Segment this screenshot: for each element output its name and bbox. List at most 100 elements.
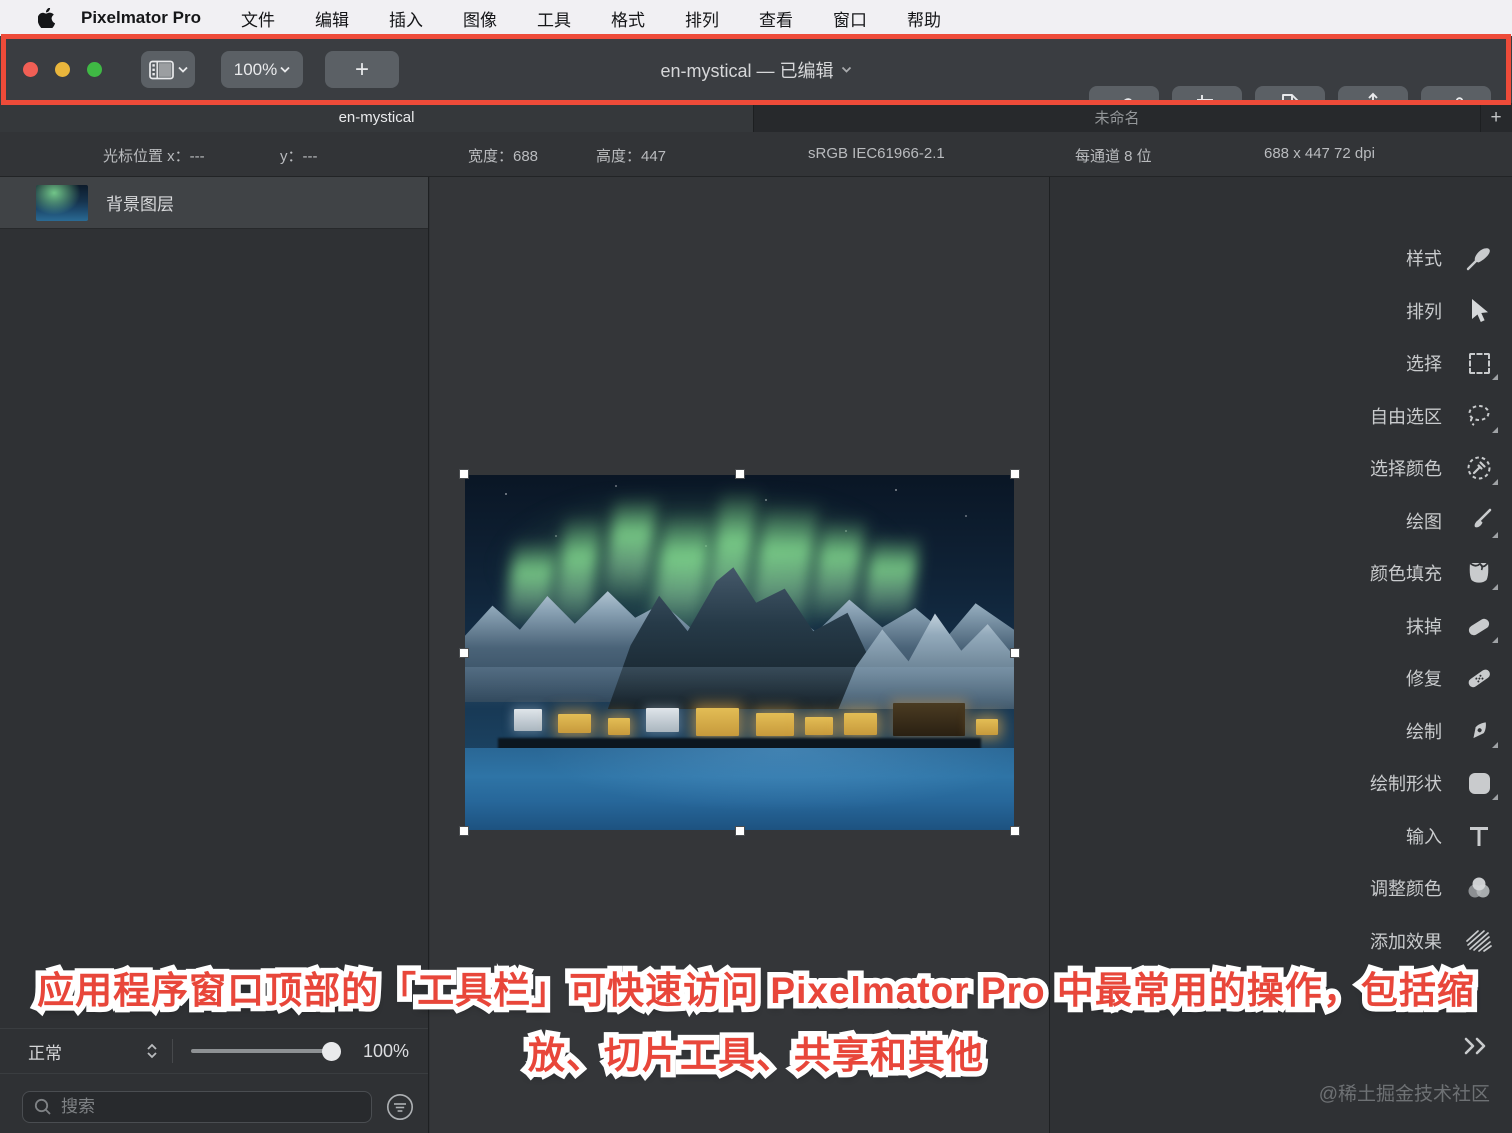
expand-sidebar-button[interactable] [1460, 1034, 1494, 1058]
submenu-triangle [1492, 374, 1498, 380]
add-button[interactable]: + [325, 51, 399, 88]
tool-draw[interactable]: 绘制 [1051, 705, 1512, 757]
menu-item-format[interactable]: 格式 [611, 6, 645, 31]
bit-depth: 每通道 8 位 [1075, 148, 1152, 165]
selection-handle-bottom-right[interactable] [1010, 826, 1020, 836]
house [843, 712, 877, 735]
paint-brush-icon [1464, 506, 1498, 538]
document-tab-bar: en-mystical 未命名 + [0, 103, 1512, 132]
toolbar: 100% + en-mystical — 已编辑 [0, 36, 1512, 123]
house [607, 717, 630, 735]
layer-name: 背景图层 [106, 195, 174, 214]
tools-sidebar: 样式 排列 选择 自由选区 选择颜色 绘图 颜色填充 抹掉 修复 绘制 绘制形状… [1051, 177, 1512, 1133]
slider-knob[interactable] [322, 1042, 341, 1061]
selection-handle-mid-left[interactable] [459, 647, 469, 658]
house [805, 717, 833, 736]
tool-draw-shape[interactable]: 绘制形状 [1051, 757, 1512, 809]
tab-en-mystical[interactable]: en-mystical [0, 103, 754, 132]
selection-handle-top-center[interactable] [734, 469, 745, 479]
house [695, 707, 740, 736]
cursor-position-x: 光标位置 x：--- [103, 148, 205, 165]
document-info-bar: 光标位置 x：--- y：--- 宽度：688 高度：447 sRGB IEC6… [0, 132, 1512, 177]
app-menu-title[interactable]: Pixelmator Pro [81, 8, 201, 28]
blend-mode-value[interactable]: 正常 [28, 1039, 118, 1064]
tool-label: 选择颜色 [1370, 459, 1442, 479]
tool-repair[interactable]: 修复 [1051, 652, 1512, 704]
selection-handle-mid-right[interactable] [1010, 647, 1020, 658]
tool-label: 样式 [1406, 249, 1442, 269]
menu-item-insert[interactable]: 插入 [389, 6, 423, 31]
tool-type[interactable]: 输入 [1051, 810, 1512, 862]
zoom-level-button[interactable]: 100% [221, 51, 303, 88]
tool-select[interactable]: 选择 [1051, 337, 1512, 389]
submenu-triangle [1492, 479, 1498, 485]
layers-panel: 背景图层 正常 100% [0, 177, 429, 1133]
blend-mode-stepper-icon[interactable] [144, 1042, 160, 1060]
zoom-level-value: 100% [233, 59, 278, 79]
menu-item-edit[interactable]: 编辑 [315, 6, 349, 31]
tool-arrange[interactable]: 排列 [1051, 285, 1512, 337]
tool-label: 自由选区 [1370, 407, 1442, 427]
tool-add-effects[interactable]: 添加效果 [1051, 915, 1512, 967]
chevron-down-icon [841, 66, 852, 73]
tool-label: 绘图 [1406, 512, 1442, 532]
blend-opacity-row: 正常 100% [0, 1028, 428, 1073]
doc-height: 高度：447 [596, 148, 667, 165]
selection-handle-top-left[interactable] [459, 469, 469, 479]
tool-style[interactable]: 样式 [1051, 232, 1512, 284]
tool-label: 排列 [1406, 302, 1442, 322]
tool-select-color[interactable]: 选择颜色 [1051, 442, 1512, 494]
tool-color-fill[interactable]: 颜色填充 [1051, 547, 1512, 599]
menu-item-tools[interactable]: 工具 [537, 6, 571, 31]
tool-label: 添加效果 [1370, 932, 1442, 952]
tool-erase[interactable]: 抹掉 [1051, 600, 1512, 652]
house [975, 719, 998, 735]
water [465, 748, 1014, 830]
fullscreen-window-button[interactable] [87, 62, 102, 77]
menu-item-view[interactable]: 查看 [759, 6, 793, 31]
filter-button[interactable] [386, 1093, 414, 1121]
layer-row-background[interactable]: 背景图层 [0, 177, 428, 229]
search-field[interactable] [22, 1091, 372, 1123]
new-tab-button[interactable]: + [1480, 103, 1511, 132]
opacity-slider[interactable] [191, 1042, 341, 1061]
slider-track[interactable] [191, 1049, 339, 1053]
menu-item-file[interactable]: 文件 [241, 6, 275, 31]
submenu-triangle [1492, 532, 1498, 538]
tool-paint[interactable]: 绘图 [1051, 495, 1512, 547]
eraser-icon [1464, 611, 1498, 643]
menu-item-arrange[interactable]: 排列 [685, 6, 719, 31]
menu-item-help[interactable]: 帮助 [907, 6, 941, 31]
style-brush-icon [1464, 243, 1494, 273]
close-window-button[interactable] [23, 62, 38, 77]
pixelmator-pro-window: Pixelmator Pro 文件 编辑 插入 图像 工具 格式 排列 查看 窗… [0, 0, 1512, 1133]
draw-shape-icon [1464, 768, 1498, 800]
opacity-value: 100% [363, 1040, 410, 1061]
view-options-button[interactable] [141, 51, 195, 88]
menu-item-window[interactable]: 窗口 [833, 6, 867, 31]
type-text-icon [1464, 821, 1494, 851]
search-input[interactable] [61, 1097, 371, 1117]
menu-item-image[interactable]: 图像 [463, 6, 497, 31]
tool-zoom-magnifier[interactable] [1446, 983, 1494, 1013]
apple-logo-icon[interactable] [38, 8, 55, 28]
sidebar-layout-icon [148, 60, 174, 80]
window-title[interactable]: en-mystical — 已编辑 [660, 57, 851, 83]
macos-menu-bar: Pixelmator Pro 文件 编辑 插入 图像 工具 格式 排列 查看 窗… [0, 0, 1512, 36]
selection-handle-top-right[interactable] [1010, 469, 1020, 479]
house [514, 709, 542, 731]
submenu-triangle [1492, 427, 1498, 433]
tool-free-select[interactable]: 自由选区 [1051, 390, 1512, 442]
minimize-window-button[interactable] [55, 62, 70, 77]
color-fill-bucket-icon [1464, 558, 1498, 590]
doc-dimensions: 688 x 447 72 dpi [1264, 145, 1375, 162]
select-marquee-icon [1464, 348, 1498, 380]
image-layer-selected[interactable] [459, 469, 1020, 836]
submenu-triangle [1492, 794, 1498, 800]
selection-handle-bottom-center[interactable] [734, 826, 745, 836]
canvas-area [430, 177, 1050, 1133]
tab-untitled[interactable]: 未命名 [754, 103, 1480, 132]
selection-handle-bottom-left[interactable] [459, 826, 469, 836]
tool-adjust-colors[interactable]: 调整颜色 [1051, 862, 1512, 914]
aurora-village-image [465, 475, 1014, 830]
